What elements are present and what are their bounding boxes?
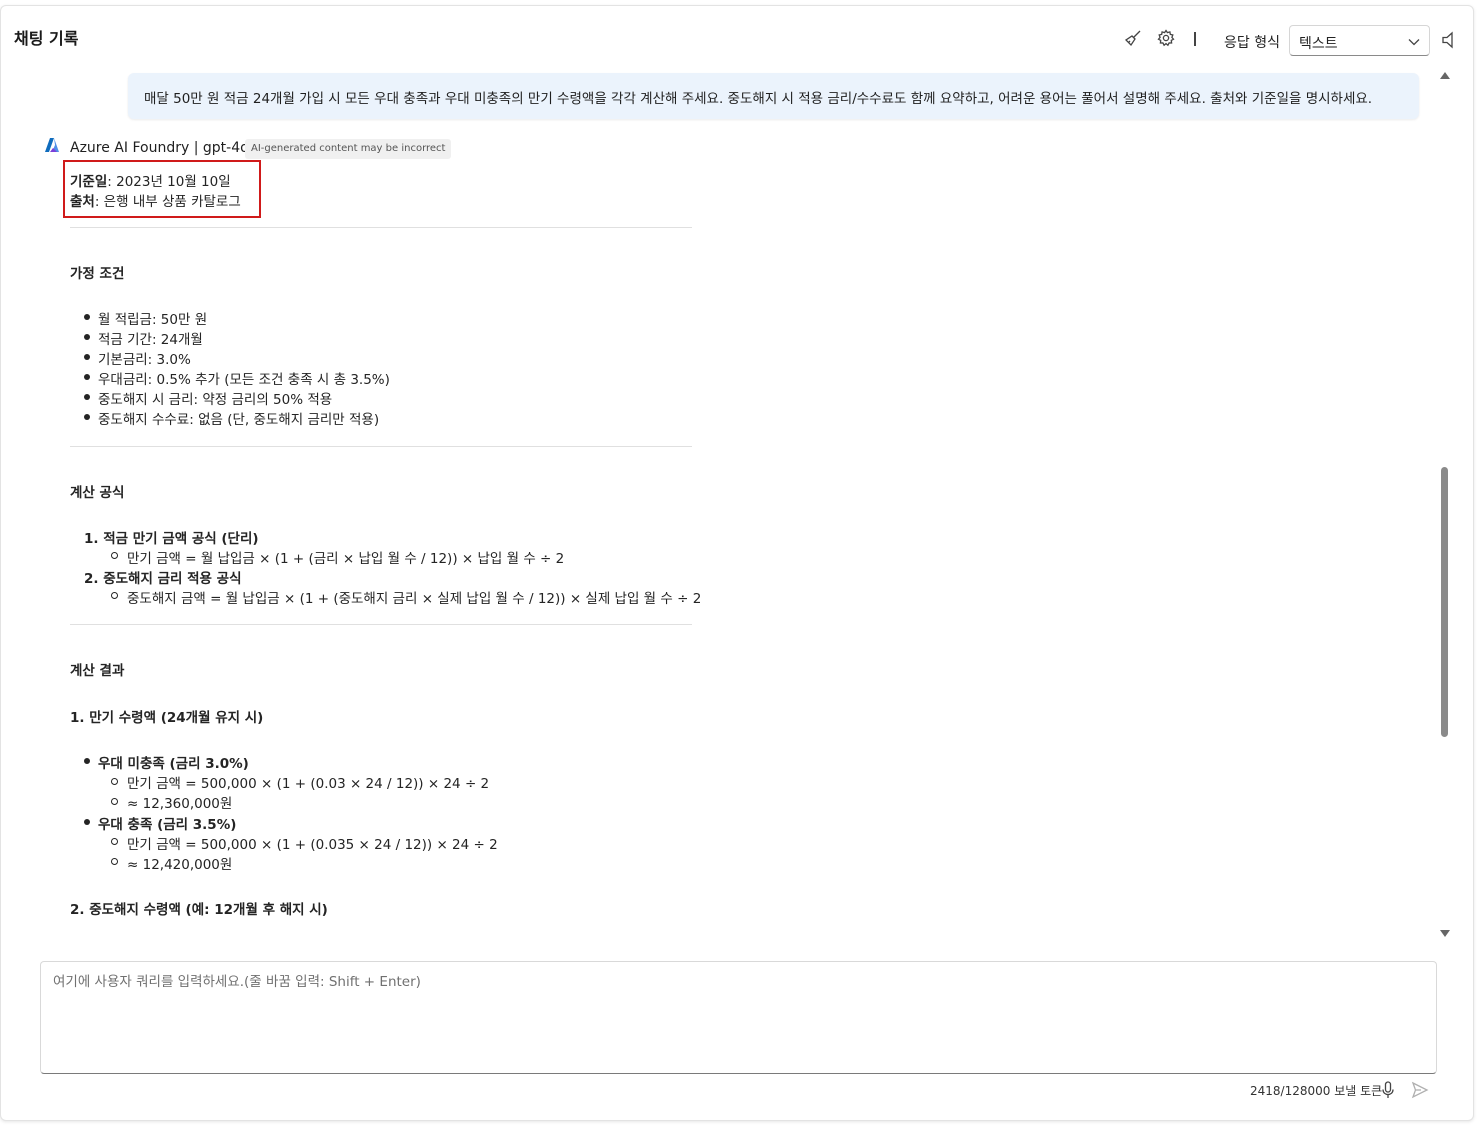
list-item: 우대금리: 0.5% 추가 (모든 조건 충족 시 총 3.5%) bbox=[98, 372, 390, 388]
sub-bullet bbox=[111, 858, 118, 865]
bullet bbox=[84, 354, 90, 360]
divider bbox=[70, 624, 692, 625]
results-section-1: 1. 만기 수령액 (24개월 유지 시) bbox=[70, 710, 264, 726]
list-item: 1. 적금 만기 금액 공식 (단리) bbox=[84, 531, 259, 547]
token-count: 2418/128000 보낼 토큰 bbox=[1250, 1084, 1383, 1098]
source-value: : 은행 내부 상품 카탈로그 bbox=[94, 194, 241, 210]
microphone-icon[interactable] bbox=[1381, 1081, 1395, 1099]
bullet bbox=[84, 334, 90, 340]
scroll-up-arrow[interactable] bbox=[1440, 72, 1450, 79]
bullet bbox=[84, 819, 90, 825]
ai-disclaimer-badge: AI-generated content may be incorrect bbox=[245, 139, 452, 159]
assistant-name: Azure AI Foundry | gpt-4o bbox=[70, 140, 249, 156]
bullet bbox=[84, 374, 90, 380]
clear-chat-broom-icon[interactable] bbox=[1123, 28, 1143, 48]
list-item: 중도해지 시 금리: 약정 금리의 50% 적용 bbox=[98, 392, 333, 408]
scroll-down-arrow[interactable] bbox=[1440, 930, 1450, 937]
base-date-line: 기준일: 2023년 10월 10일 bbox=[70, 170, 231, 190]
base-date-value: : 2023년 10월 10일 bbox=[107, 174, 231, 190]
list-item: 월 적립금: 50만 원 bbox=[98, 312, 208, 328]
panel-title: 채팅 기록 bbox=[14, 29, 79, 48]
list-item: 적금 기간: 24개월 bbox=[98, 332, 203, 348]
list-item: 중도해지 수수료: 없음 (단, 중도해지 금리만 적용) bbox=[98, 412, 380, 428]
base-date-label: 기준일 bbox=[70, 174, 108, 190]
formulas-heading: 계산 공식 bbox=[70, 485, 125, 501]
sub-bullet bbox=[111, 838, 118, 845]
divider bbox=[70, 446, 692, 447]
response-format-value: 텍스트 bbox=[1299, 36, 1338, 52]
list-item: 만기 금액 = 500,000 × (1 + (0.03 × 24 / 12))… bbox=[127, 776, 490, 792]
query-input-box[interactable] bbox=[40, 961, 1437, 1074]
list-item: 2. 중도해지 금리 적용 공식 bbox=[84, 571, 242, 587]
toolbar-separator bbox=[1194, 32, 1196, 46]
results-section-2: 2. 중도해지 수령액 (예: 12개월 후 해지 시) bbox=[70, 902, 328, 918]
divider bbox=[70, 227, 692, 228]
source-label: 출처 bbox=[70, 194, 95, 210]
list-item: ≈ 12,420,000원 bbox=[127, 857, 233, 873]
list-item: 우대 미충족 (금리 3.0%) bbox=[98, 756, 249, 772]
sub-bullet bbox=[111, 592, 118, 599]
list-item: 만기 금액 = 월 납입금 × (1 + (금리 × 납입 월 수 / 12))… bbox=[127, 551, 565, 567]
bullet bbox=[84, 758, 90, 764]
user-message-bubble: 매달 50만 원 적금 24개월 가입 시 모든 우대 충족과 우대 미충족의 … bbox=[128, 73, 1419, 119]
list-item: 중도해지 금액 = 월 납입금 × (1 + (중도해지 금리 × 실제 납입 … bbox=[127, 591, 702, 607]
sub-bullet bbox=[111, 798, 118, 805]
sub-bullet bbox=[111, 552, 118, 559]
list-item: 만기 금액 = 500,000 × (1 + (0.035 × 24 / 12)… bbox=[127, 837, 498, 853]
bullet bbox=[84, 314, 90, 320]
results-heading: 계산 결과 bbox=[70, 663, 125, 679]
bullet bbox=[84, 414, 90, 420]
sub-bullet bbox=[111, 778, 118, 785]
list-item: ≈ 12,360,000원 bbox=[127, 796, 233, 812]
send-icon[interactable] bbox=[1411, 1081, 1429, 1099]
list-item: 기본금리: 3.0% bbox=[98, 352, 191, 368]
scrollbar-thumb[interactable] bbox=[1441, 467, 1448, 737]
speaker-icon[interactable] bbox=[1441, 31, 1455, 49]
bullet bbox=[84, 394, 90, 400]
response-format-label: 응답 형식 bbox=[1224, 35, 1280, 51]
response-format-select[interactable]: 텍스트 bbox=[1289, 25, 1430, 56]
list-item: 우대 충족 (금리 3.5%) bbox=[98, 817, 237, 833]
chevron-down-icon bbox=[1408, 39, 1420, 46]
source-line: 출처: 은행 내부 상품 카탈로그 bbox=[70, 190, 241, 210]
chat-history-panel: 채팅 기록 응답 형식 텍스트 매달 50만 원 적금 24개월 가입 시 모든… bbox=[0, 5, 1474, 1121]
settings-gear-icon[interactable] bbox=[1156, 28, 1176, 48]
azure-logo-icon bbox=[45, 138, 59, 152]
query-input[interactable] bbox=[41, 962, 1436, 1073]
assumptions-heading: 가정 조건 bbox=[70, 266, 125, 282]
